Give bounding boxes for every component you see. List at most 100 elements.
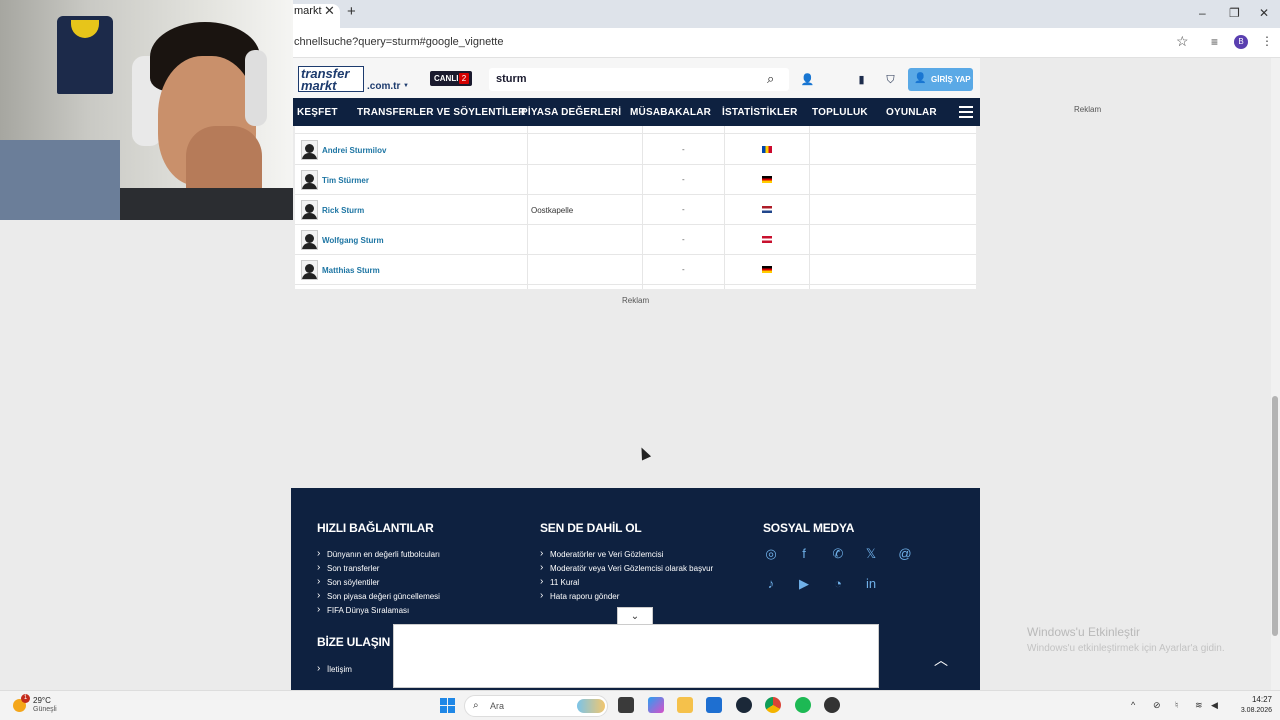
windows-start-icon[interactable] — [440, 698, 456, 714]
footer-link[interactable]: Moderatör veya Veri Gözlemcisi olarak ba… — [540, 562, 713, 573]
instagram-icon[interactable]: ◎ — [762, 545, 780, 563]
user-search-icon[interactable]: 👤 — [797, 70, 818, 91]
search-icon[interactable]: ⌕ — [767, 71, 774, 87]
copilot-icon[interactable] — [648, 697, 664, 713]
footer-link[interactable]: Son transferler — [317, 562, 380, 573]
nav-item-kesfet[interactable]: KEŞFET — [297, 107, 338, 118]
flag-moldova-icon — [762, 146, 772, 153]
profile-avatar[interactable]: B — [1234, 35, 1248, 49]
tray-chevron-icon[interactable]: ^ — [1131, 700, 1135, 710]
file-explorer-icon[interactable] — [677, 697, 693, 713]
site-logo[interactable]: transfer markt — [298, 66, 364, 92]
footer-link[interactable]: FIFA Dünya Sıralaması — [317, 604, 409, 615]
footer-link[interactable]: 11 Kural — [540, 576, 579, 587]
footer-link[interactable]: Son piyasa değeri güncellemesi — [317, 590, 440, 601]
ad-collapse-chevron-icon[interactable]: ⌄ — [617, 607, 653, 625]
microphone-icon[interactable]: ♮ — [1175, 700, 1178, 711]
market-value-cell: - — [682, 205, 685, 214]
player-name-link[interactable]: Wolfgang Sturm — [322, 236, 384, 245]
table-row — [295, 126, 976, 134]
network-off-icon[interactable]: ⊘ — [1153, 700, 1161, 711]
flag-austria-icon — [762, 236, 772, 243]
search-box[interactable]: sturm ⌕ — [489, 68, 789, 91]
linkedin-icon[interactable]: in — [862, 575, 880, 593]
footer-link[interactable]: İletişim — [317, 663, 352, 674]
login-label: GİRİŞ YAP — [931, 75, 971, 84]
player-avatar[interactable] — [301, 260, 318, 280]
store-icon[interactable] — [706, 697, 722, 713]
player-avatar[interactable] — [301, 200, 318, 220]
rss-icon[interactable]: ◔ — [829, 575, 847, 593]
nav-item-statistics[interactable]: İSTATİSTİKLER — [722, 107, 798, 118]
x-icon[interactable]: 𝕏 — [862, 545, 880, 563]
jersey-image — [57, 16, 113, 94]
sticky-ad-banner[interactable] — [393, 624, 879, 688]
player-name-link[interactable]: Rick Sturm — [322, 206, 364, 215]
footer-link[interactable]: Moderatörler ve Veri Gözlemcisi — [540, 548, 663, 559]
footer-link[interactable]: Hata raporu gönder — [540, 590, 619, 601]
taskbar-date[interactable]: 3.08.2026 — [1226, 707, 1272, 714]
user-icon: 👤 — [914, 73, 927, 84]
close-window-button[interactable]: ✕ — [1259, 6, 1269, 20]
player-avatar[interactable] — [301, 230, 318, 250]
page-scrollbar[interactable] — [1271, 58, 1280, 690]
footer-link[interactable]: Son söylentiler — [317, 576, 380, 587]
shield-icon[interactable]: ⛉ — [880, 70, 901, 91]
taskbar-clock[interactable]: 14:27 — [1232, 695, 1272, 704]
chevron-down-icon[interactable]: ▼ — [403, 83, 409, 89]
market-value-cell: - — [682, 145, 685, 154]
scroll-to-top-icon[interactable]: ︿ — [934, 650, 948, 670]
facebook-icon[interactable]: f — [795, 545, 813, 563]
market-value-cell: - — [682, 235, 685, 244]
tab-title: markt — [294, 5, 322, 17]
player-name-link[interactable]: Tim Stürmer — [322, 176, 369, 185]
login-button[interactable]: 👤 GİRİŞ YAP — [908, 68, 973, 91]
chrome-icon[interactable] — [765, 697, 781, 713]
spotify-icon[interactable] — [795, 697, 811, 713]
task-view-icon[interactable] — [618, 697, 634, 713]
flag-netherlands-icon — [762, 206, 772, 213]
url-input[interactable]: chnellsuche?query=sturm#google_vignette — [294, 36, 503, 48]
nav-item-transfers[interactable]: TRANSFERLER VE SÖYLENTİLER — [357, 107, 526, 118]
bookmark-icon[interactable]: ▮ — [851, 70, 872, 91]
logo-domain[interactable]: .com.tr — [367, 81, 400, 92]
hamburger-menu-icon[interactable] — [959, 106, 973, 118]
scrollbar-thumb[interactable] — [1272, 396, 1278, 636]
threads-icon[interactable]: @ — [896, 545, 914, 563]
table-row: Wolfgang Sturm - — [295, 225, 976, 255]
steam-icon[interactable] — [736, 697, 752, 713]
player-avatar[interactable] — [301, 140, 318, 160]
player-avatar[interactable] — [301, 170, 318, 190]
footer-link[interactable]: Dünyanın en değerli futbolcuları — [317, 548, 440, 559]
tab-close-icon[interactable]: ✕ — [324, 3, 335, 19]
new-tab-button[interactable]: + — [347, 4, 356, 19]
player-name-link[interactable]: Andrei Sturmilov — [322, 146, 386, 155]
screen: markt ✕ + – ❐ ✕ chnellsuche?query=sturm#… — [0, 0, 1280, 720]
live-button[interactable]: CANLI 2 — [430, 71, 472, 86]
windows-taskbar: 1 29°C Güneşli ⌕ Ara ^ ⊘ ♮ ≋ ◀ 14:27 3.0… — [0, 690, 1280, 720]
table-row: Rick Sturm Oostkapelle - — [295, 195, 976, 225]
whatsapp-icon[interactable]: ✆ — [829, 545, 847, 563]
volume-icon[interactable]: ◀ — [1211, 700, 1218, 711]
weather-condition[interactable]: Güneşli — [33, 706, 57, 713]
player-name-link[interactable]: Matthias Sturm — [322, 266, 380, 275]
browser-menu-icon[interactable]: ⋮ — [1261, 34, 1273, 48]
search-input[interactable]: sturm — [496, 73, 527, 85]
wifi-icon[interactable]: ≋ — [1195, 700, 1203, 711]
weather-temperature[interactable]: 29°C — [33, 696, 51, 705]
nav-item-community[interactable]: TOPLULUK — [812, 107, 868, 118]
nav-item-games[interactable]: OYUNLAR — [886, 107, 937, 118]
taskbar-search[interactable]: ⌕ Ara — [464, 695, 608, 717]
restore-button[interactable]: ❐ — [1229, 6, 1240, 20]
contact-heading: BİZE ULAŞIN — [317, 635, 391, 649]
nav-item-market-values[interactable]: PİYASA DEĞERLERİ — [521, 107, 621, 118]
app-icon[interactable] — [824, 697, 840, 713]
minimize-button[interactable]: – — [1199, 6, 1206, 20]
reading-list-icon[interactable]: ≡ — [1211, 35, 1218, 49]
tiktok-icon[interactable]: ♪ — [762, 575, 780, 593]
bookmark-star-icon[interactable]: ☆ — [1176, 33, 1189, 50]
logo-text-bottom: markt — [301, 78, 337, 93]
mouse-cursor — [636, 445, 652, 461]
nav-item-competitions[interactable]: MÜSABAKALAR — [630, 107, 711, 118]
youtube-icon[interactable]: ▶ — [795, 575, 813, 593]
